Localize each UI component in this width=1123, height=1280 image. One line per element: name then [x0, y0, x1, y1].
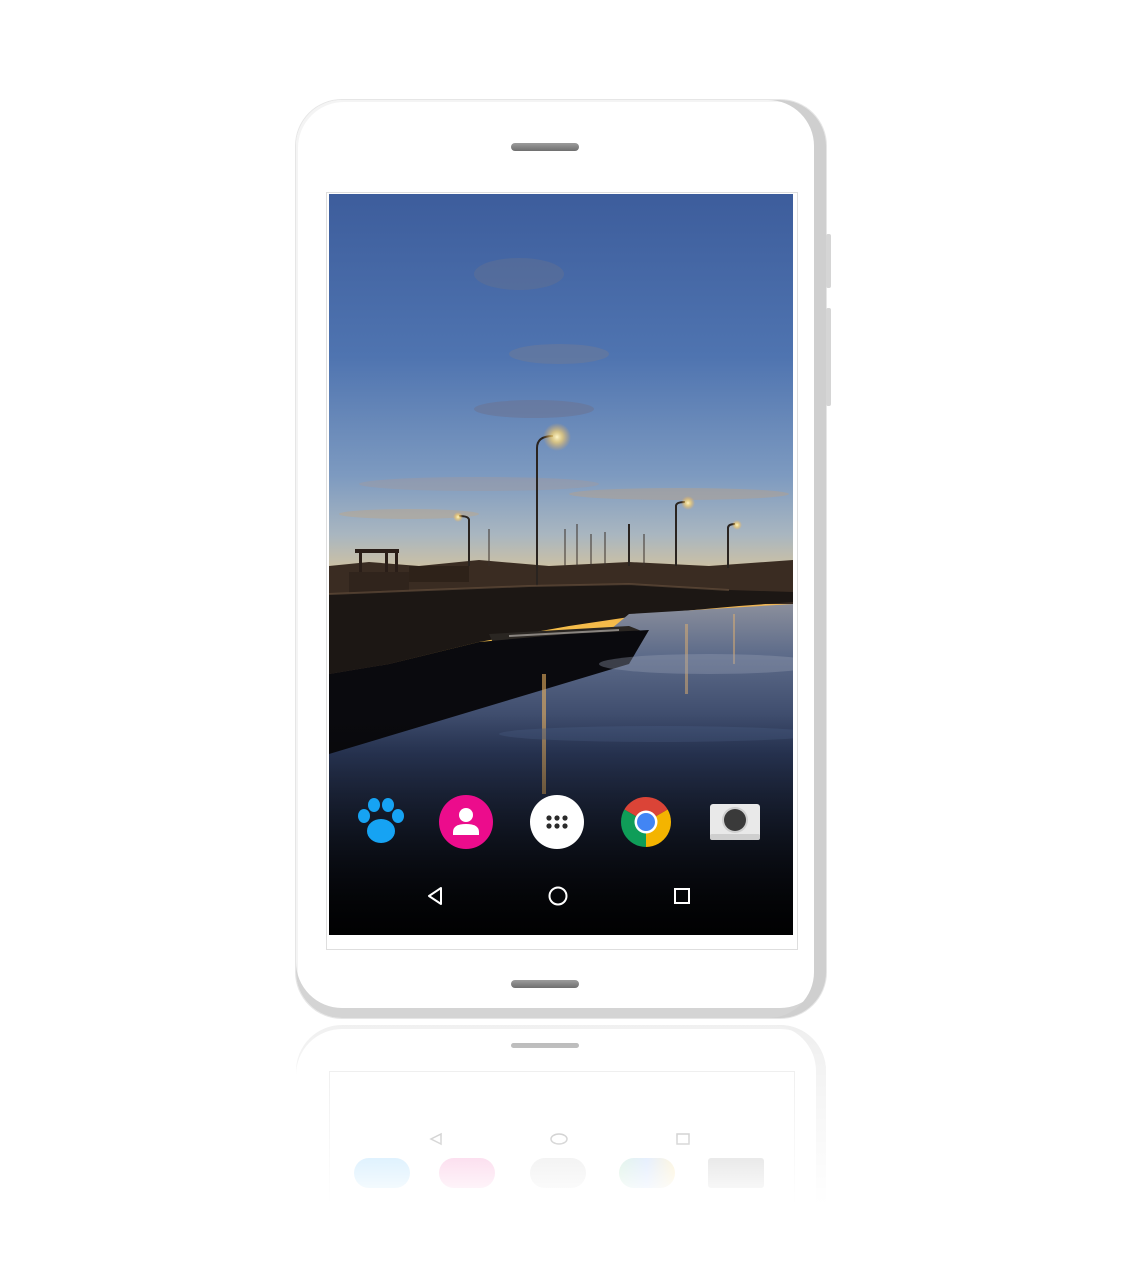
nav-recents-button[interactable]	[668, 882, 696, 910]
paw-icon	[358, 798, 404, 843]
back-triangle-icon	[428, 887, 442, 905]
bottom-speaker	[511, 980, 579, 988]
dock-app-chrome[interactable]	[618, 794, 674, 850]
reflection-fade	[296, 1025, 826, 1205]
home-circle-icon	[548, 886, 568, 906]
dock-app-camera[interactable]	[707, 794, 763, 850]
dock-app-contacts[interactable]	[438, 794, 494, 850]
mockup-stage	[0, 0, 1123, 1280]
grid-dots-icon	[530, 795, 584, 849]
dock-app-paw[interactable]	[353, 794, 409, 850]
dock-app-drawer[interactable]	[529, 794, 585, 850]
chrome-icon	[621, 797, 671, 847]
volume-key	[826, 234, 831, 288]
camera-icon	[710, 804, 760, 840]
nav-home-button[interactable]	[544, 882, 572, 910]
power-key	[826, 308, 831, 406]
person-icon	[439, 795, 493, 849]
earpiece-speaker	[511, 143, 579, 151]
nav-back-button[interactable]	[421, 882, 449, 910]
recents-square-icon	[674, 888, 690, 904]
home-screen	[329, 194, 793, 935]
device-reflection	[296, 1025, 826, 1205]
